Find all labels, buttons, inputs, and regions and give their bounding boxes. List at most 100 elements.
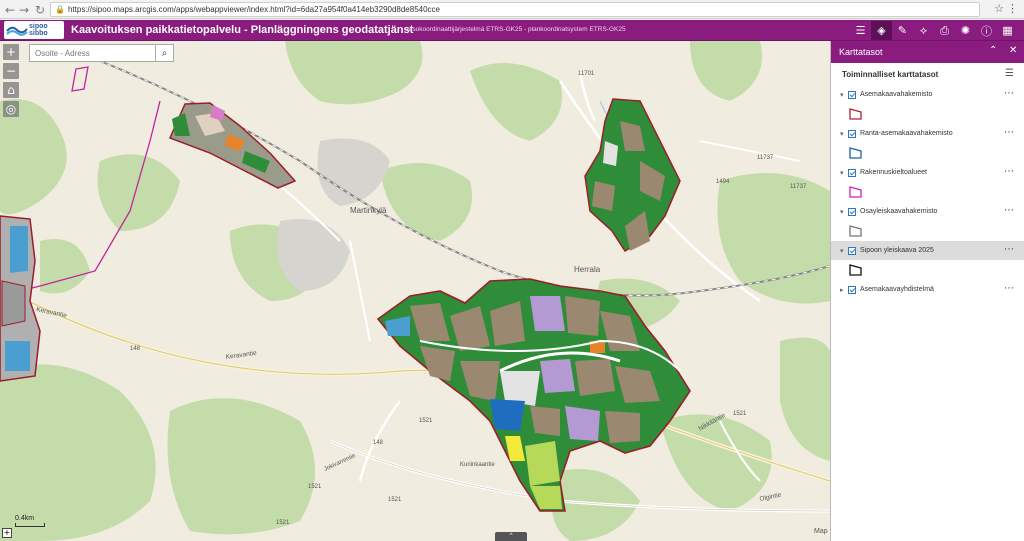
layer-name: Osayleiskaavahakemisto [860, 208, 938, 215]
zoom-in-button[interactable]: + [3, 44, 19, 60]
label-1521c: 1521 [308, 484, 322, 490]
label-1521a: 1521 [419, 418, 433, 424]
more-options-icon[interactable]: ⋯ [1004, 205, 1014, 216]
map-view[interactable]: Martinkylä Herrala Keravantie Keravantie… [0, 41, 830, 541]
layer-name: Ranta-asemakaavahakemisto [860, 130, 953, 137]
logo-line1: sipoo [29, 23, 48, 30]
label-olgintie: Olgintie [759, 491, 782, 503]
search-icon[interactable]: ⌕ [155, 45, 173, 61]
label-11737b: 11737 [790, 184, 807, 190]
expand-arrow-icon[interactable]: ▾ [840, 247, 848, 255]
label-herrala: Herrala [574, 265, 601, 274]
bookmark-star-icon[interactable]: ☆ [994, 2, 1004, 15]
label-keravantie-2: Keravantie [225, 350, 257, 361]
layer-name: Asemakaavahakemisto [860, 91, 933, 98]
label-kuninkaantie: Kuninkaantie [460, 462, 495, 468]
layer-checkbox[interactable] [848, 246, 856, 255]
zoom-out-button[interactable]: − [3, 63, 19, 79]
label-11737a: 11737 [757, 155, 774, 161]
layer-checkbox[interactable] [848, 168, 856, 177]
layer-list-panel: Karttatasot ⌃ ✕ Toiminnalliset karttatas… [830, 41, 1024, 541]
logo-wave-icon [6, 26, 28, 36]
map-controls: + − ⌂ ◎ [3, 44, 19, 120]
header-toolbar: ☰ ◈ ✎ ⟡ ⎙ ✺ ⓘ ▦ [850, 21, 1018, 40]
more-options-icon[interactable]: ⋯ [1004, 244, 1014, 255]
layer-legend [831, 104, 1024, 124]
layer-legend [831, 221, 1024, 241]
layer-options-icon[interactable]: ☰ [1005, 68, 1014, 79]
layer-legend [831, 182, 1024, 202]
coordinate-system-text: tasokoordinaattijärjestelmä ETRS-GK25 - … [407, 26, 626, 33]
layer-row[interactable]: ▾ Osayleiskaavahakemisto ⋯ [831, 202, 1024, 221]
app-title: Kaavoituksen paikkatietopalvelu - Planlä… [71, 24, 414, 36]
more-options-icon[interactable]: ⋯ [1004, 88, 1014, 99]
layer-legend [831, 143, 1024, 163]
expand-arrow-icon[interactable]: ▾ [840, 91, 848, 99]
layer-checkbox[interactable] [848, 207, 856, 216]
layer-legend [831, 260, 1024, 280]
app-header: sipoo sibbo Kaavoituksen paikkatietopalve… [0, 20, 1024, 41]
map-canvas[interactable]: Martinkylä Herrala Keravantie Keravantie… [0, 41, 830, 541]
label-1521e: 1521 [388, 497, 402, 503]
label-1521d: 1521 [276, 520, 290, 526]
logo-line2: sibbo [29, 30, 48, 37]
expand-arrow-icon[interactable]: ▸ [840, 286, 848, 294]
scale-label: 0.4km [15, 515, 35, 522]
section-header: Toiminnalliset karttatasot ☰ [831, 63, 1024, 85]
share-icon[interactable]: ✺ [955, 21, 976, 40]
lock-icon: 🔒 [55, 5, 65, 14]
scale-bar: 0.4km [15, 515, 45, 527]
section-title: Toiminnalliset karttatasot [842, 69, 939, 79]
sipoo-logo: sipoo sibbo [4, 21, 64, 39]
collapse-icon[interactable]: ⌃ [989, 45, 997, 56]
label-1521b: 1521 [733, 411, 747, 417]
home-icon[interactable]: ⌂ [3, 82, 19, 98]
legend-swatch-icon [849, 186, 862, 198]
reload-icon[interactable]: ↻ [32, 2, 48, 18]
layer-row[interactable]: ▸ Asemakaavayhdistelmä ⋯ [831, 280, 1024, 299]
more-options-icon[interactable]: ⋯ [1004, 127, 1014, 138]
browser-toolbar: ← → ↻ 🔒 https://sipoo.maps.arcgis.com/ap… [0, 0, 1024, 19]
locate-icon[interactable]: ◎ [3, 101, 19, 117]
panel-title: Karttatasot [839, 47, 883, 57]
label-148a: 148 [130, 346, 141, 352]
panel-header: Karttatasot ⌃ ✕ [831, 41, 1024, 63]
legend-swatch-icon [849, 147, 862, 159]
map-attribution: Map [814, 528, 828, 535]
print-icon[interactable]: ⎙ [934, 21, 955, 40]
layer-row[interactable]: ▾ Ranta-asemakaavahakemisto ⋯ [831, 124, 1024, 143]
address-bar[interactable]: 🔒 https://sipoo.maps.arcgis.com/apps/web… [50, 2, 980, 17]
search-input[interactable] [30, 45, 156, 61]
expand-arrow-icon[interactable]: ▾ [840, 130, 848, 138]
more-options-icon[interactable]: ⋯ [1004, 283, 1014, 294]
draw-pencil-icon[interactable]: ✎ [892, 21, 913, 40]
layer-row-selected[interactable]: ▾ Sipoon yleiskaava 2025 ⋯ [831, 241, 1024, 260]
label-keravantie-1: Keravantie [36, 306, 68, 319]
label-11701: 11701 [578, 71, 595, 77]
expand-arrow-icon[interactable]: ▾ [840, 169, 848, 177]
layer-checkbox[interactable] [848, 129, 856, 138]
widgets-grid-icon[interactable]: ▦ [997, 21, 1018, 40]
browser-menu-icon[interactable]: ⋮ [1007, 2, 1018, 15]
legend-swatch-icon [849, 225, 862, 237]
forward-icon[interactable]: → [16, 2, 32, 18]
layer-name: Asemakaavayhdistelmä [860, 286, 934, 293]
measure-icon[interactable]: ⟡ [913, 21, 934, 40]
more-options-icon[interactable]: ⋯ [1004, 166, 1014, 177]
layer-checkbox[interactable] [848, 285, 856, 294]
expand-arrow-icon[interactable]: ▾ [840, 208, 848, 216]
legend-list-icon[interactable]: ☰ [850, 21, 871, 40]
layer-row[interactable]: ▾ Rakennuskieltoalueet ⋯ [831, 163, 1024, 182]
layer-name: Sipoon yleiskaava 2025 [860, 247, 934, 254]
overview-toggle-icon[interactable]: + [2, 528, 12, 538]
layer-row[interactable]: ▾ Asemakaavahakemisto ⋯ [831, 85, 1024, 104]
close-icon[interactable]: ✕ [1009, 45, 1017, 56]
layer-checkbox[interactable] [848, 90, 856, 99]
address-search: ⌕ [29, 44, 174, 62]
label-martinkyla: Martinkylä [350, 206, 387, 215]
layer-name: Rakennuskieltoalueet [860, 169, 927, 176]
info-icon[interactable]: ⓘ [976, 21, 997, 40]
bottom-panel-toggle[interactable]: ⌃ [495, 532, 527, 541]
label-jokivarrentie: Jokivarrentie [323, 453, 357, 473]
layers-icon[interactable]: ◈ [871, 21, 892, 40]
